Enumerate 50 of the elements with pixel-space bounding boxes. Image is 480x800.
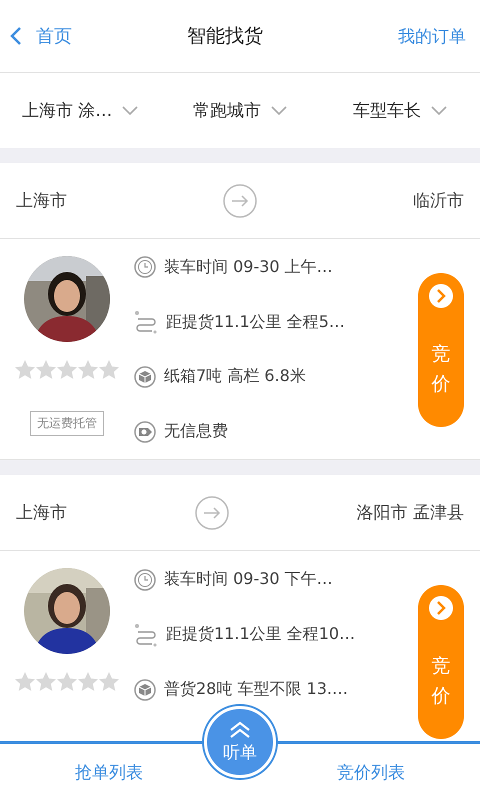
arrow-right-icon [194,496,229,530]
star-icon [78,672,98,691]
back-icon [10,26,22,46]
order-detail: 普货28吨 车型不限 13.… [164,679,348,700]
star-icon [99,360,119,379]
star-icon [57,672,77,691]
order-detail: 纸箱7吨 高栏 6.8米 [164,366,306,388]
destination-city: 洛阳市 孟津县 [356,502,464,524]
bid-list-tab[interactable]: 竞价列表 [337,760,405,784]
star-icon [15,672,35,691]
page-title: 智能找货 [186,24,264,49]
star-icon [36,360,56,379]
destination-city: 临沂市 [413,190,464,212]
listen-button[interactable]: 听单 [204,706,276,778]
filter-dropdown[interactable]: 上海市 涂… [0,99,160,122]
double-chevron-up-icon [228,720,252,738]
chevron-down-icon [431,106,447,116]
star-icon [15,360,35,379]
star-icon [78,360,98,379]
star-icon [36,672,56,691]
chevron-right-icon [428,594,454,620]
star-icon [99,672,119,691]
box-icon [134,678,156,700]
bid-button[interactable]: 竞价 [418,584,464,738]
clock-icon [134,256,156,278]
bid-button[interactable]: 竞价 [418,272,464,426]
my-orders-link[interactable]: 我的订单 [398,24,466,48]
arrow-right-icon [223,184,257,218]
escrow-badge: 无运费托管 [30,411,104,436]
money-tag-icon [134,420,156,443]
order-detail: 距提货11.1公里 全程10… [166,624,356,645]
chevron-right-icon [428,282,454,308]
star-icon [57,360,77,379]
filter-dropdown[interactable]: 车型车长 [320,99,480,122]
filter-dropdown[interactable]: 常跑城市 [160,99,320,122]
chevron-down-icon [271,106,287,116]
chevron-down-icon [122,106,138,116]
order-detail: 装车时间 09-30 下午… [164,569,333,590]
back-link[interactable]: 首页 [10,24,72,48]
order-detail: 距提货11.1公里 全程5… [166,312,345,333]
origin-city: 上海市 [16,190,67,212]
clock-icon [134,568,156,590]
route-icon [134,622,158,646]
grab-list-tab[interactable]: 抢单列表 [75,760,143,784]
order-detail: 装车时间 09-30 上午… [164,256,333,278]
order-detail: 无信息费 [164,421,228,442]
back-label[interactable]: 首页 [36,24,72,48]
origin-city: 上海市 [16,502,67,524]
box-icon [134,366,156,388]
route-icon [134,310,158,334]
